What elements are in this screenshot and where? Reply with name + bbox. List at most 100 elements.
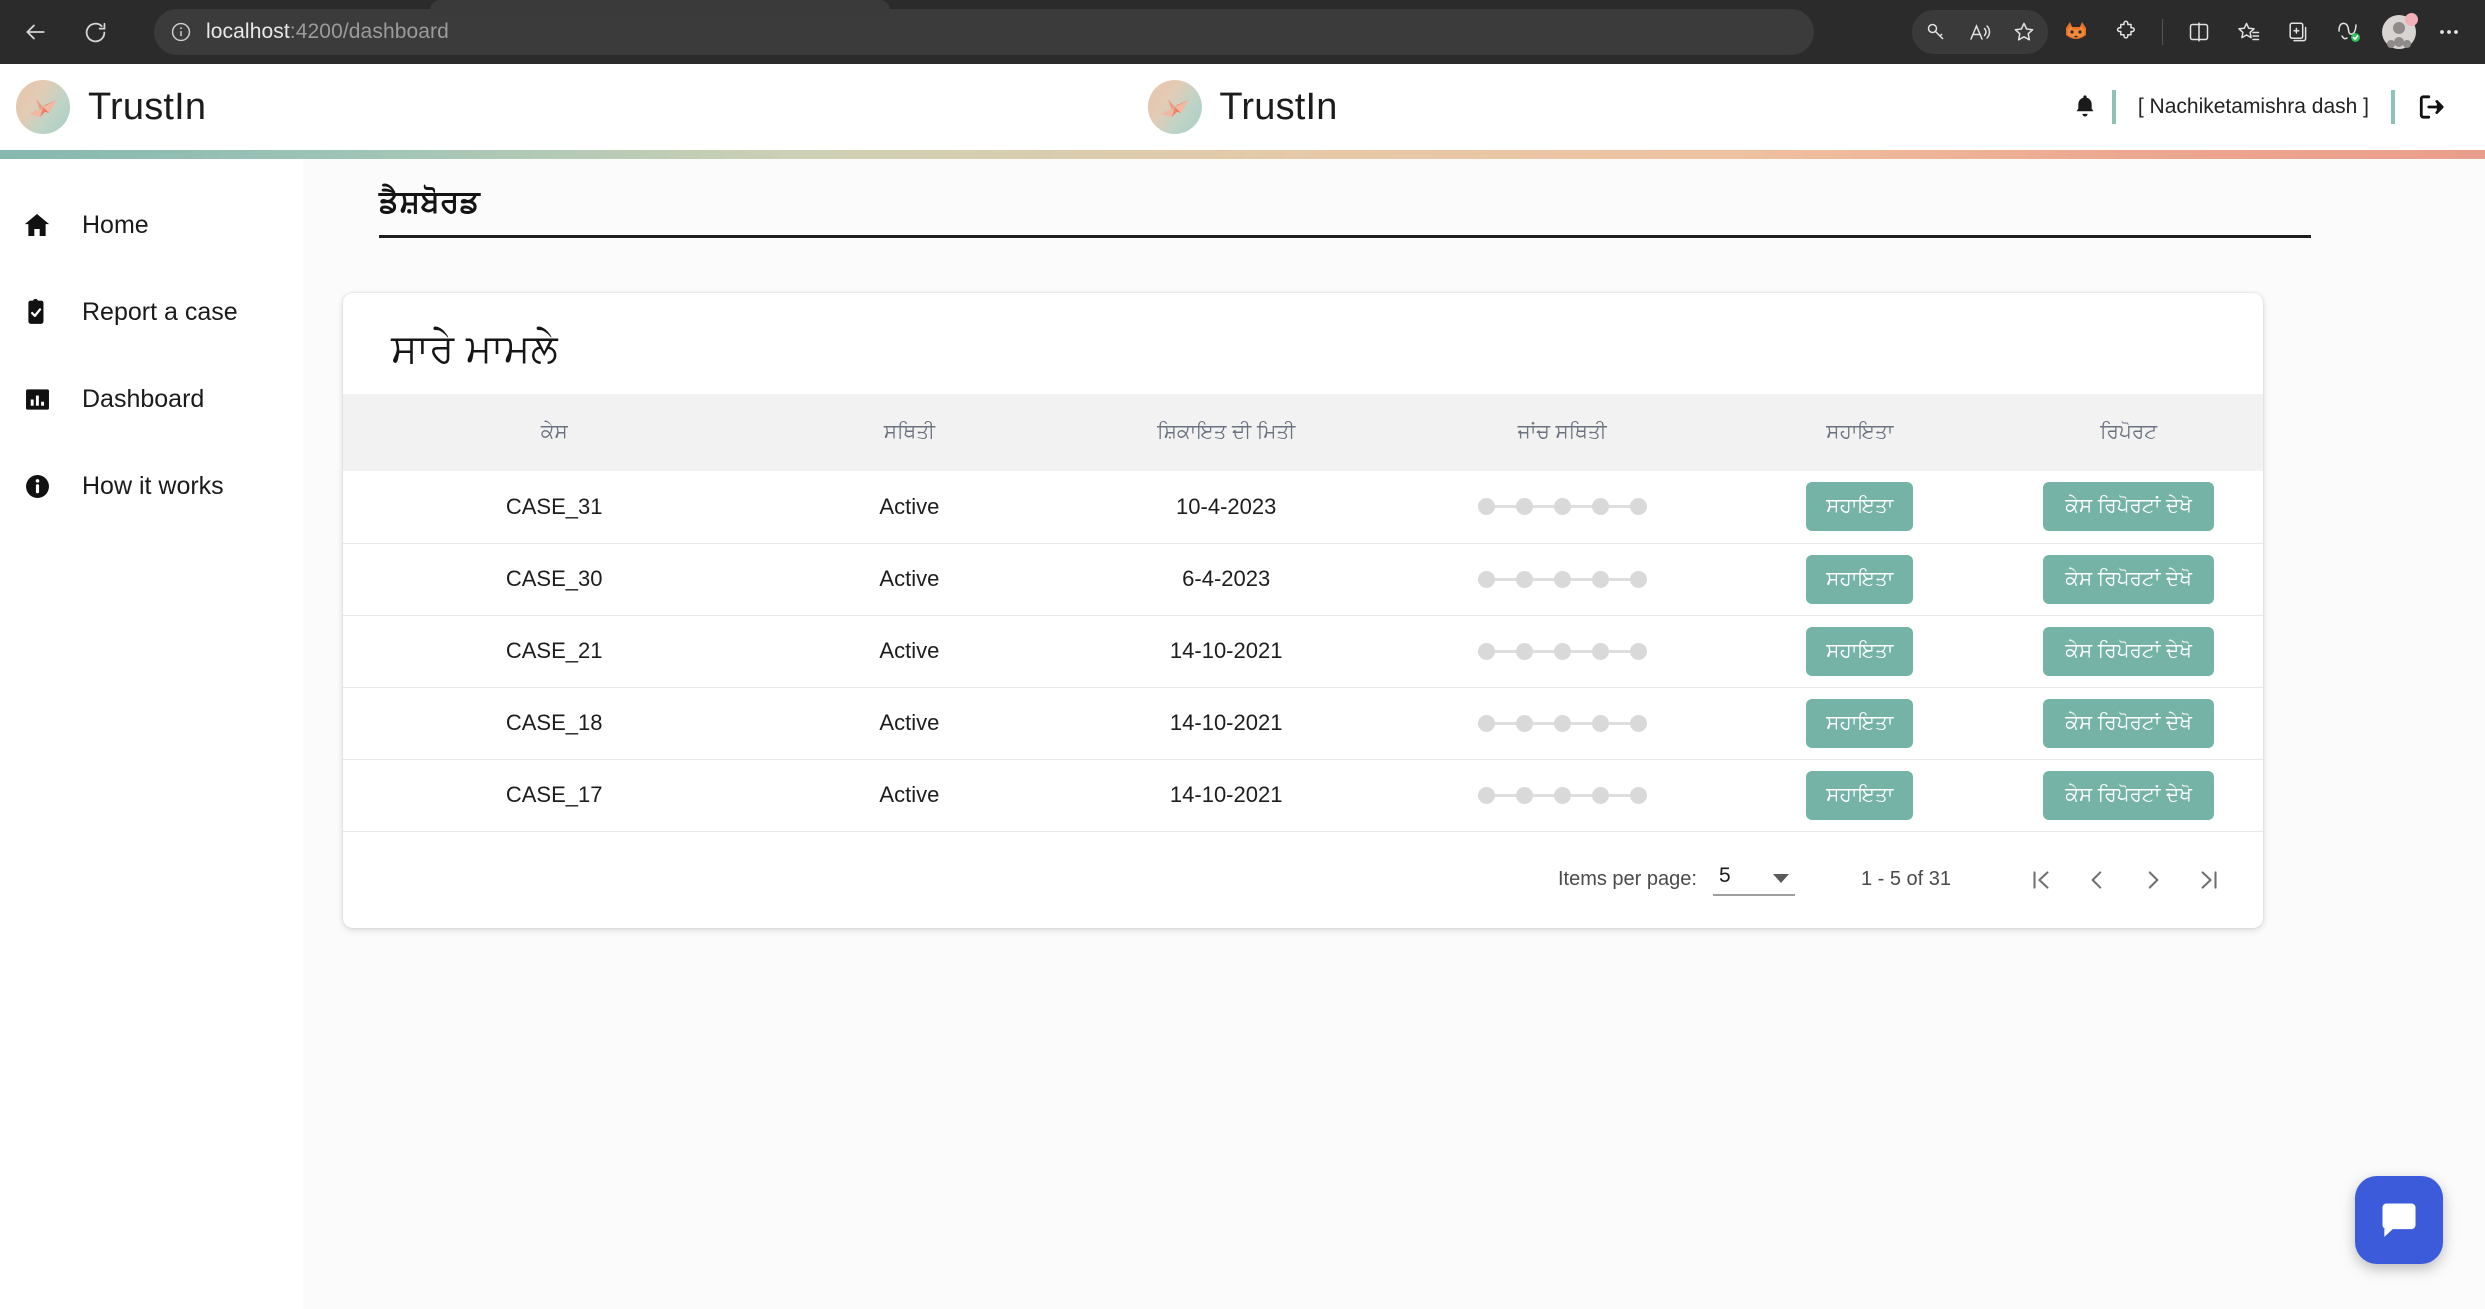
cell-complaint-date: 10-4-2023 bbox=[1053, 471, 1399, 543]
progress-stepper bbox=[1399, 643, 1725, 660]
cell-case-id: CASE_21 bbox=[343, 615, 765, 687]
progress-step-dot bbox=[1516, 787, 1533, 804]
col-header-support[interactable]: ਸਹਾਇਤਾ bbox=[1725, 394, 1994, 471]
last-page-icon[interactable] bbox=[2181, 852, 2237, 908]
header-right-controls: [ Nachiketamishra dash ] bbox=[2058, 90, 2463, 124]
progress-step-dot bbox=[1630, 787, 1647, 804]
card-title: ਸਾਰੇ ਮਾਮਲੇ bbox=[343, 293, 2263, 394]
firefox-extension-icon[interactable] bbox=[2054, 10, 2098, 54]
page-range-label: 1 - 5 of 31 bbox=[1861, 868, 1951, 891]
url-text: localhost:4200/dashboard bbox=[206, 20, 449, 44]
cell-status: Active bbox=[765, 759, 1053, 831]
cell-complaint-date: 14-10-2021 bbox=[1053, 615, 1399, 687]
progress-connector bbox=[1609, 650, 1630, 653]
profile-avatar-icon[interactable] bbox=[2377, 10, 2421, 54]
col-header-status[interactable]: ਸਥਿਤੀ bbox=[765, 394, 1053, 471]
support-button[interactable]: ਸਹਾਇਤਾ bbox=[1806, 627, 1913, 676]
table-row: CASE_18Active14-10-2021ਸਹਾਇਤਾਕੇਸ ਰਿਪੋਰਟਾ… bbox=[343, 687, 2263, 759]
info-circle-icon[interactable] bbox=[170, 21, 192, 43]
progress-stepper bbox=[1399, 715, 1725, 732]
support-button[interactable]: ਸਹਾਇਤਾ bbox=[1806, 699, 1913, 748]
view-case-reports-button[interactable]: ਕੇਸ ਰਿਪੋਰਟਾਂ ਦੇਖੋ bbox=[2043, 771, 2214, 820]
progress-step-dot bbox=[1516, 498, 1533, 515]
col-header-complaint-date[interactable]: ਸ਼ਿਕਾਇਤ ਦੀ ਮਿਤੀ bbox=[1053, 394, 1399, 471]
settings-more-icon[interactable] bbox=[2427, 10, 2471, 54]
cell-support: ਸਹਾਇਤਾ bbox=[1725, 615, 1994, 687]
cases-table: ਕੇਸ ਸਥਿਤੀ ਸ਼ਿਕਾਇਤ ਦੀ ਮਿਤੀ ਜਾਂਚ ਸਥਿਤੀ ਸਹਾ… bbox=[343, 394, 2263, 832]
col-header-case[interactable]: ਕੇਸ bbox=[343, 394, 765, 471]
notification-bell-icon[interactable] bbox=[2058, 93, 2112, 121]
progress-step-dot bbox=[1516, 715, 1533, 732]
cell-investigation-progress bbox=[1399, 615, 1725, 687]
view-case-reports-button[interactable]: ਕੇਸ ਰਿਪੋਰਟਾਂ ਦੇਖੋ bbox=[2043, 627, 2214, 676]
browser-tab-stub[interactable] bbox=[430, 0, 890, 14]
add-to-collection-icon[interactable] bbox=[2277, 10, 2321, 54]
cell-report: ਕੇਸ ਰਿਪੋਰਟਾਂ ਦੇਖੋ bbox=[1994, 543, 2263, 615]
reload-icon[interactable] bbox=[72, 9, 118, 55]
progress-connector bbox=[1571, 505, 1592, 508]
next-page-icon[interactable] bbox=[2125, 852, 2181, 908]
cell-investigation-progress bbox=[1399, 471, 1725, 543]
progress-connector bbox=[1571, 650, 1592, 653]
url-path: :4200/dashboard bbox=[290, 20, 449, 43]
avatar-notification-badge bbox=[2405, 13, 2418, 26]
support-button[interactable]: ਸਹਾਇਤਾ bbox=[1806, 555, 1913, 604]
browser-toolbar-icons bbox=[1912, 10, 2485, 54]
view-case-reports-button[interactable]: ਕੇਸ ਰਿਪੋਰਟਾਂ ਦੇਖੋ bbox=[2043, 482, 2214, 531]
cell-support: ਸਹਾਇਤਾ bbox=[1725, 687, 1994, 759]
items-per-page-select[interactable]: 5 bbox=[1713, 864, 1795, 896]
read-aloud-icon[interactable] bbox=[1958, 10, 2002, 54]
progress-connector bbox=[1609, 505, 1630, 508]
logout-icon[interactable] bbox=[2395, 93, 2463, 121]
items-per-page-value: 5 bbox=[1719, 864, 1731, 888]
brand-left[interactable]: TrustIn bbox=[16, 80, 206, 134]
collections-star-icon[interactable] bbox=[2227, 10, 2271, 54]
split-screen-icon[interactable] bbox=[2177, 10, 2221, 54]
sidebar-item-home[interactable]: Home bbox=[0, 197, 303, 253]
progress-step-dot bbox=[1630, 571, 1647, 588]
view-case-reports-button[interactable]: ਕੇਸ ਰਿਪੋਰਟਾਂ ਦੇਖੋ bbox=[2043, 555, 2214, 604]
support-button[interactable]: ਸਹਾਇਤਾ bbox=[1806, 771, 1913, 820]
progress-step-dot bbox=[1554, 787, 1571, 804]
sidebar-item-dashboard[interactable]: Dashboard bbox=[0, 371, 303, 427]
cell-support: ਸਹਾਇਤਾ bbox=[1725, 543, 1994, 615]
browser-essentials-icon[interactable] bbox=[2327, 10, 2371, 54]
cases-table-body: CASE_31Active10-4-2023ਸਹਾਇਤਾਕੇਸ ਰਿਪੋਰਟਾਂ… bbox=[343, 471, 2263, 831]
extensions-puzzle-icon[interactable] bbox=[2104, 10, 2148, 54]
col-header-report[interactable]: ਰਿਪੋਰਟ bbox=[1994, 394, 2263, 471]
progress-step-dot bbox=[1516, 643, 1533, 660]
sidebar: Home Report a case Dashboard How it work… bbox=[0, 159, 303, 1309]
address-bar[interactable]: localhost:4200/dashboard bbox=[154, 9, 1814, 55]
progress-connector bbox=[1571, 722, 1592, 725]
chevron-down-icon bbox=[1773, 874, 1789, 883]
sidebar-item-dashboard-label: Dashboard bbox=[82, 385, 204, 414]
favorite-star-icon[interactable] bbox=[2002, 10, 2046, 54]
trustin-logo-center-icon bbox=[1147, 80, 1201, 134]
sidebar-item-how-it-works[interactable]: How it works bbox=[0, 458, 303, 514]
key-icon[interactable] bbox=[1914, 10, 1958, 54]
cell-case-id: CASE_31 bbox=[343, 471, 765, 543]
progress-connector bbox=[1533, 505, 1554, 508]
view-case-reports-button[interactable]: ਕੇਸ ਰਿਪੋਰਟਾਂ ਦੇਖੋ bbox=[2043, 699, 2214, 748]
progress-stepper bbox=[1399, 787, 1725, 804]
cell-complaint-date: 6-4-2023 bbox=[1053, 543, 1399, 615]
cell-complaint-date: 14-10-2021 bbox=[1053, 759, 1399, 831]
user-name-label: [ Nachiketamishra dash ] bbox=[2116, 95, 2391, 119]
cell-status: Active bbox=[765, 543, 1053, 615]
previous-page-icon[interactable] bbox=[2069, 852, 2125, 908]
first-page-icon[interactable] bbox=[2013, 852, 2069, 908]
sidebar-item-home-label: Home bbox=[82, 211, 149, 240]
cell-investigation-progress bbox=[1399, 687, 1725, 759]
back-arrow-icon[interactable] bbox=[12, 9, 58, 55]
progress-connector bbox=[1533, 722, 1554, 725]
sidebar-item-report-a-case[interactable]: Report a case bbox=[0, 284, 303, 340]
trustin-logo-icon bbox=[16, 80, 70, 134]
support-button[interactable]: ਸਹਾਇਤਾ bbox=[1806, 482, 1913, 531]
url-host: localhost bbox=[206, 20, 290, 43]
chat-bubble-icon[interactable] bbox=[2355, 1176, 2443, 1264]
page-title-underline bbox=[379, 235, 2311, 238]
col-header-investigation-status[interactable]: ਜਾਂਚ ਸਥਿਤੀ bbox=[1399, 394, 1725, 471]
progress-step-dot bbox=[1592, 643, 1609, 660]
progress-step-dot bbox=[1592, 498, 1609, 515]
progress-step-dot bbox=[1592, 715, 1609, 732]
